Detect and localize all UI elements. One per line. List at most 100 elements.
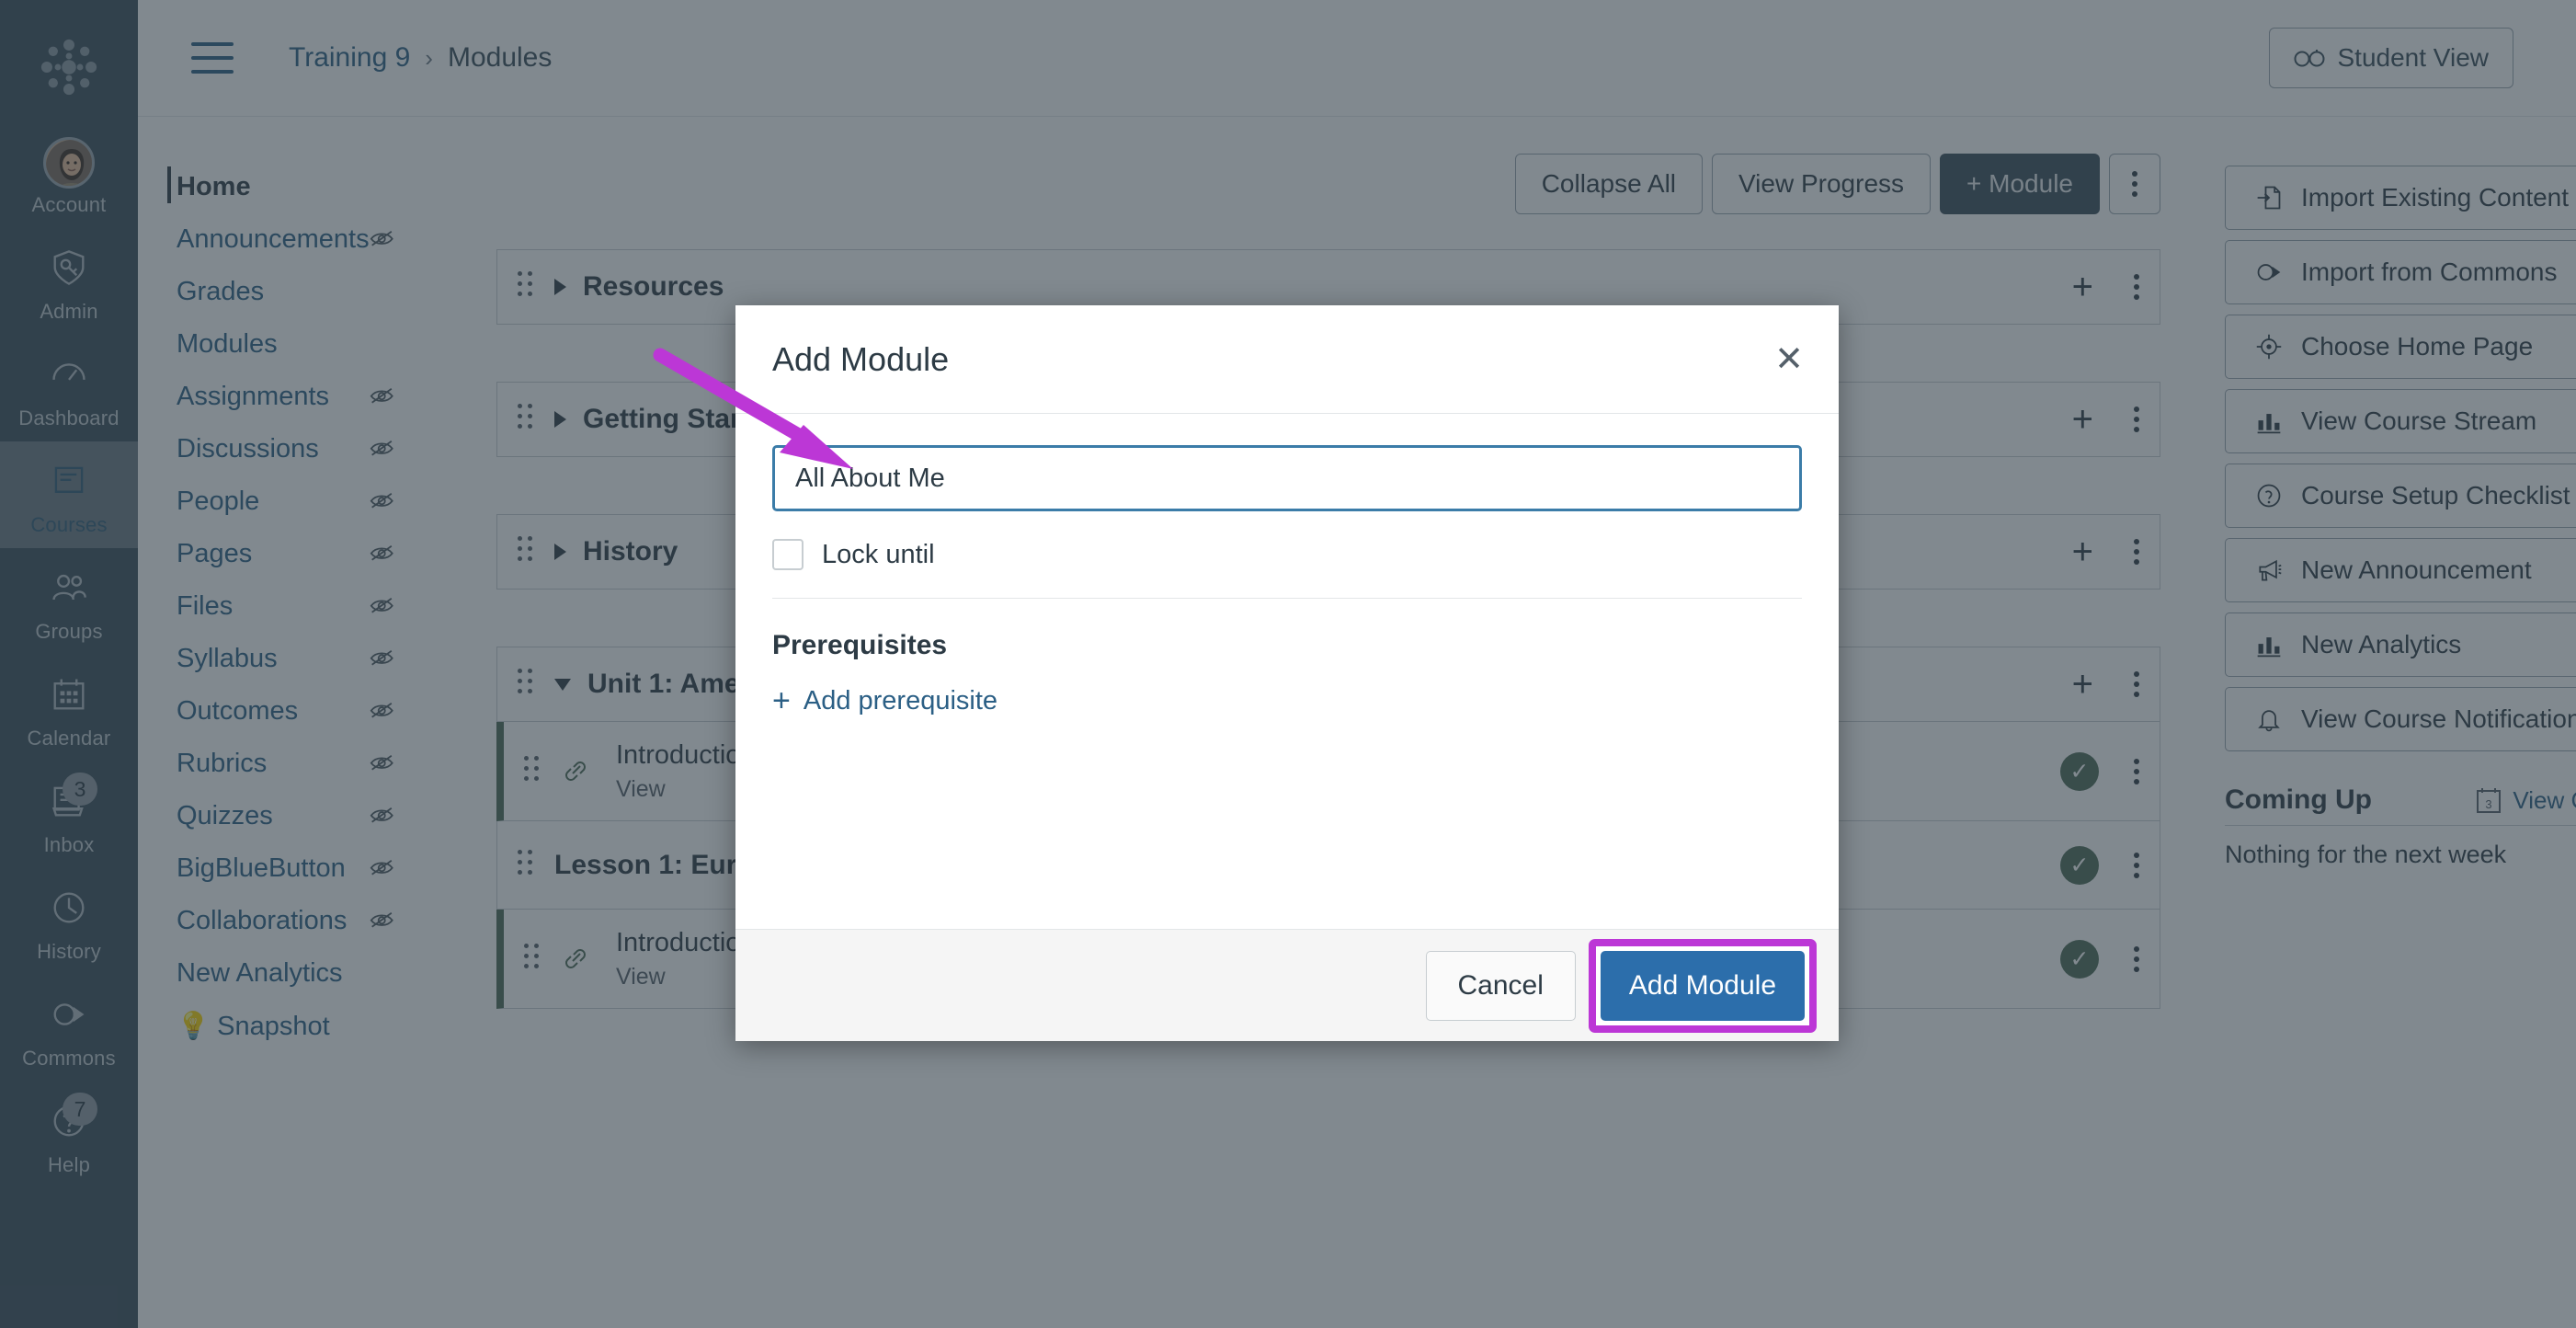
global-nav-item-help[interactable]: 7 Help [0,1082,138,1188]
module-item-subtitle: View [616,963,666,990]
breadcrumb-current[interactable]: Modules [448,42,552,74]
course-nav-label: Quizzes [177,801,273,830]
modules-more-options-button[interactable] [2109,154,2160,214]
course-nav-item-discussions[interactable]: Discussions [138,423,441,475]
book-icon [51,463,87,504]
student-view-button[interactable]: Student View [2268,28,2513,88]
course-nav-item-outcomes[interactable]: Outcomes [138,685,441,738]
more-options-icon[interactable] [2134,945,2139,972]
avatar [43,137,95,189]
course-nav-item-people[interactable]: People [138,475,441,528]
published-check-icon[interactable]: ✓ [2060,751,2099,791]
rail-button-import-existing-content[interactable]: Import Existing Content [2225,166,2576,230]
drag-handle-icon[interactable] [518,271,538,303]
more-options-icon[interactable] [2134,406,2139,432]
course-nav-item-files[interactable]: Files [138,580,441,633]
twisty-toggle-icon[interactable] [554,279,566,295]
close-icon[interactable]: ✕ [1774,342,1804,377]
global-nav-item-courses[interactable]: Courses [0,441,138,548]
coming-up-title: Coming Up [2225,784,2372,815]
course-nav-item-announcements[interactable]: Announcements [138,213,441,266]
more-options-icon[interactable] [2134,852,2139,878]
course-nav-item-syllabus[interactable]: Syllabus [138,633,441,685]
rail-button-course-setup-checklist[interactable]: Course Setup Checklist [2225,464,2576,528]
course-nav-label: Announcements [177,224,370,254]
add-item-icon[interactable]: + [2072,401,2093,438]
global-nav-item-groups[interactable]: Groups [0,548,138,655]
global-nav-item-calendar[interactable]: Calendar [0,655,138,761]
global-nav-item-commons[interactable]: Commons [0,975,138,1082]
global-nav-item-inbox[interactable]: 3 Inbox [0,761,138,868]
eye-slash-icon [370,230,397,250]
rail-button-label: New Announcement [2301,555,2532,584]
view-progress-button[interactable]: View Progress [1712,154,1932,214]
course-nav-item-home[interactable]: Home [138,161,441,213]
collapse-all-button[interactable]: Collapse All [1514,154,1704,214]
global-nav-item-account[interactable]: Account [0,121,138,228]
global-nav-item-dashboard[interactable]: Dashboard [0,335,138,441]
course-nav-item-collaborations[interactable]: Collaborations [138,895,441,947]
global-nav-label: Help [47,1153,91,1176]
more-options-icon[interactable] [2134,539,2139,565]
course-nav-item-new-analytics[interactable]: New Analytics [138,947,441,1000]
drag-handle-icon[interactable] [524,943,544,975]
twisty-toggle-icon[interactable] [554,544,566,560]
course-nav-item-bigbluebutton[interactable]: BigBlueButton [138,842,441,895]
global-nav-item-history[interactable]: History [0,868,138,975]
breadcrumb-course-link[interactable]: Training 9 [289,42,410,74]
canvas-logo[interactable] [0,13,138,121]
add-module-submit-button[interactable]: Add Module [1600,950,1805,1021]
add-item-icon[interactable]: + [2072,269,2093,305]
global-nav-item-admin[interactable]: Admin [0,228,138,335]
rail-button-new-analytics[interactable]: New Analytics [2225,612,2576,677]
rail-button-view-course-stream[interactable]: View Course Stream [2225,389,2576,453]
app-root: Training 9 › Modules Student View Home An… [0,0,2576,1328]
hamburger-icon[interactable] [191,42,234,74]
course-nav-item-modules[interactable]: Modules [138,318,441,371]
add-prerequisite-link[interactable]: + Add prerequisite [772,685,1802,716]
drag-handle-icon[interactable] [518,849,538,881]
twisty-toggle-icon[interactable] [554,678,571,691]
drag-handle-icon[interactable] [518,404,538,435]
add-item-icon[interactable]: + [2072,533,2093,570]
link-icon [561,944,592,975]
add-item-icon[interactable]: + [2072,666,2093,703]
more-options-icon[interactable] [2134,671,2139,697]
global-nav-label: Commons [22,1047,116,1070]
rail-button-view-course-notifications[interactable]: View Course Notifications [2225,687,2576,751]
global-nav-label: Inbox [43,833,95,856]
badge-count: 7 [63,1093,97,1126]
course-nav-item-quizzes[interactable]: Quizzes [138,790,441,842]
breadcrumb-separator-icon: › [425,43,433,72]
drag-handle-icon[interactable] [518,536,538,567]
module-item-title: Introduction [616,927,756,957]
course-nav-label: Rubrics [177,749,268,778]
drag-handle-icon[interactable] [524,755,544,787]
course-nav-item-grades[interactable]: Grades [138,266,441,318]
glasses-icon [2294,50,2324,67]
add-module-dialog: Add Module ✕ Lock until Prerequisites + … [735,305,1839,1041]
more-options-icon[interactable] [2134,274,2139,300]
more-options-icon[interactable] [2134,758,2139,784]
lock-until-checkbox[interactable] [772,539,804,570]
course-nav-label: Discussions [177,434,319,464]
published-check-icon[interactable]: ✓ [2060,939,2099,979]
rail-button-import-from-commons[interactable]: Import from Commons [2225,240,2576,304]
course-nav-item-snapshot[interactable]: 💡 Snapshot [138,1000,441,1053]
course-nav-item-rubrics[interactable]: Rubrics [138,738,441,790]
global-nav-label: Account [31,193,107,216]
modules-toolbar: Collapse All View Progress + Module [496,154,2160,214]
course-nav-item-pages[interactable]: Pages [138,528,441,580]
published-check-icon[interactable]: ✓ [2060,845,2099,885]
rail-button-new-announcement[interactable]: New Announcement [2225,538,2576,602]
course-nav-label: Modules [177,329,278,359]
rail-button-choose-home-page[interactable]: Choose Home Page [2225,315,2576,379]
cancel-button[interactable]: Cancel [1425,950,1576,1021]
drag-handle-icon[interactable] [518,669,538,700]
course-nav-item-assignments[interactable]: Assignments [138,371,441,423]
module-name-input[interactable] [772,445,1802,511]
add-module-toolbar-button[interactable]: + Module [1940,154,2100,214]
twisty-toggle-icon[interactable] [554,411,566,428]
rail-button-label: View Course Stream [2301,406,2537,435]
view-calendar-link[interactable]: 3 View Calendar [2476,786,2576,815]
